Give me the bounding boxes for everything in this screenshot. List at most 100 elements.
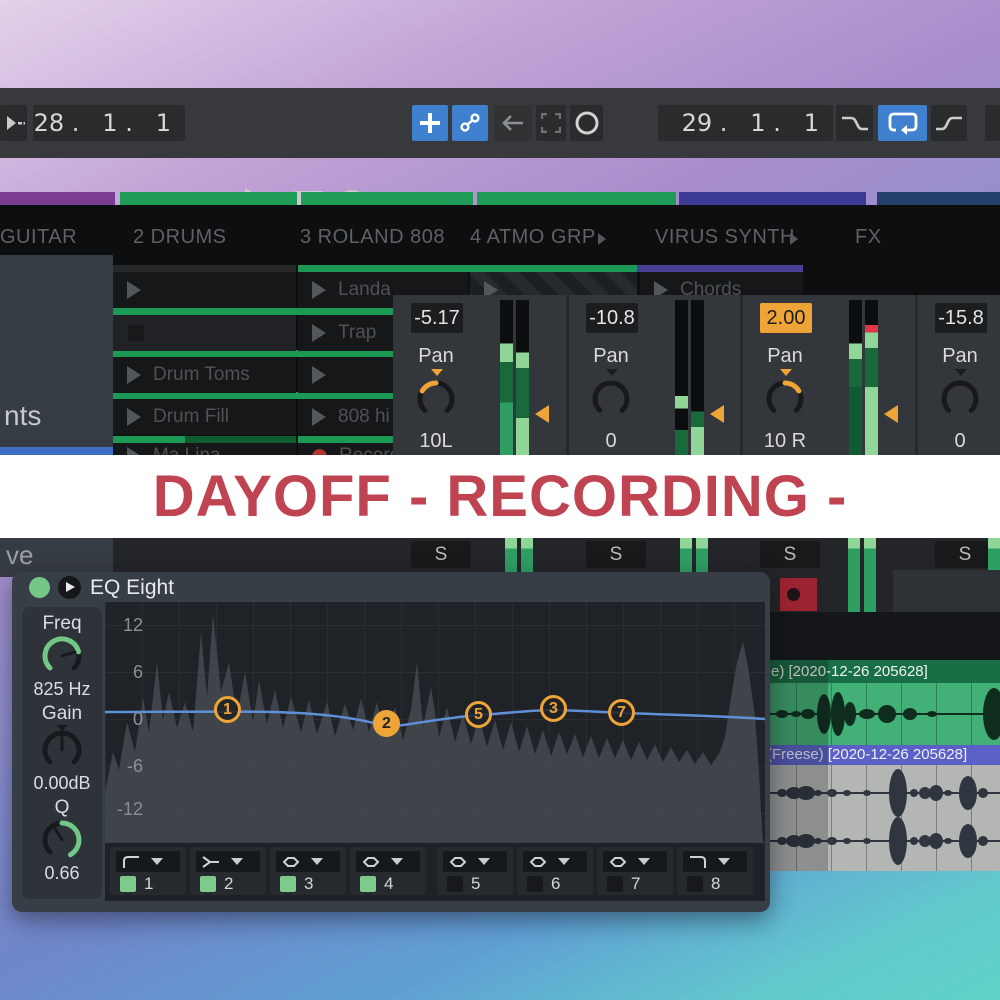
solo-button[interactable]: S (411, 541, 471, 568)
track-header-virus[interactable]: VIRUS SYNTH (655, 226, 795, 252)
filter-type-selector[interactable] (196, 851, 260, 872)
filter-type-selector[interactable] (356, 851, 420, 872)
transport-extra-button[interactable] (985, 105, 1000, 141)
eq-band-handle-3[interactable]: 3 (540, 695, 567, 722)
track-header-fx[interactable]: FX (855, 226, 882, 252)
new-midi-clip-button[interactable] (412, 105, 448, 141)
band-enable-toggle[interactable] (200, 876, 216, 892)
session-record-button[interactable] (570, 105, 603, 141)
device-title: EQ Eight (90, 576, 174, 600)
track-color-tab[interactable] (877, 192, 1000, 205)
track-header-atmo[interactable]: 4 ATMO GRP (470, 226, 596, 252)
meter-arrow-icon[interactable] (710, 405, 724, 423)
chevron-down-icon (311, 858, 323, 865)
track-header-roland[interactable]: 3 ROLAND 808 (300, 226, 445, 252)
solo-button[interactable]: S (935, 541, 995, 568)
automation-mode-button[interactable] (452, 105, 488, 141)
clip-slot[interactable] (113, 272, 296, 308)
chevron-down-icon (391, 858, 403, 865)
strip-divider (915, 295, 918, 455)
freq-value[interactable]: 825 Hz (22, 679, 102, 700)
pan-marker-icon (606, 369, 618, 376)
draw-mode-button[interactable] (536, 105, 566, 141)
group-fold-icon[interactable] (790, 233, 798, 245)
clip-slot[interactable] (113, 315, 296, 351)
filter-type-selector[interactable] (443, 851, 507, 872)
freq-knob[interactable] (39, 635, 85, 677)
band-enable-toggle[interactable] (120, 876, 136, 892)
punch-position-field[interactable]: 29 . 1 . 1 (658, 105, 833, 141)
high-pass-icon (121, 854, 141, 870)
eq-band-cell-3: 3 (270, 847, 346, 895)
pan-knob[interactable] (410, 377, 462, 417)
pan-knob[interactable] (934, 377, 986, 417)
track-header-drums[interactable]: 2 DRUMS (133, 226, 227, 252)
track-color-tab[interactable] (679, 192, 866, 205)
track-header-guitar[interactable]: GUITAR (0, 226, 77, 252)
gain-knob[interactable] (39, 729, 85, 771)
volume-value-field[interactable]: -10.8 (586, 303, 638, 333)
track-color-tab[interactable] (120, 192, 297, 205)
title-banner: DAYOFF - RECORDING - (0, 455, 1000, 538)
q-knob[interactable] (39, 819, 85, 861)
browser-item-fragment[interactable]: ve (6, 540, 33, 571)
solo-button[interactable]: S (760, 541, 820, 568)
volume-value-field[interactable]: -5.17 (411, 303, 463, 333)
clip-name: Trap (338, 322, 376, 344)
level-meter (675, 300, 688, 455)
clip-slot[interactable]: Drum Toms (113, 357, 296, 393)
filter-type-selector[interactable] (523, 851, 587, 872)
gain-value[interactable]: 0.00dB (22, 773, 102, 794)
clip-name: Ma Lina (153, 445, 221, 455)
browser-item-fragment[interactable]: nts (4, 400, 41, 432)
clip-slot-strip (185, 436, 296, 443)
loop-button[interactable] (878, 105, 927, 141)
filter-type-selector[interactable] (683, 851, 747, 872)
freq-label: Freq (22, 613, 102, 635)
arrangement-position-field[interactable]: 28 . 1 . 1 (33, 105, 185, 141)
eq-band-handle-1[interactable]: 1 (214, 696, 241, 723)
track-color-tab[interactable] (477, 192, 676, 205)
volume-value-field[interactable]: -15.8 (935, 303, 987, 333)
volume-value-field[interactable]: 2.00 (760, 303, 812, 333)
preview-play-icon (66, 582, 75, 592)
band-enable-toggle[interactable] (527, 876, 543, 892)
filter-type-selector[interactable] (276, 851, 340, 872)
device-on-led[interactable] (29, 577, 50, 598)
band-enable-toggle[interactable] (280, 876, 296, 892)
meter-arrow-icon[interactable] (535, 405, 549, 423)
arm-record-button[interactable] (780, 578, 817, 611)
bell-icon (281, 854, 301, 870)
back-to-arrangement-button[interactable] (494, 105, 532, 141)
device-panel-fragment (893, 570, 1000, 613)
pan-knob[interactable] (759, 377, 811, 417)
filter-type-selector[interactable] (116, 851, 180, 872)
band-enable-toggle[interactable] (447, 876, 463, 892)
eq-band-handle-7[interactable]: 7 (608, 699, 635, 726)
band-enable-toggle[interactable] (687, 876, 703, 892)
track-color-tab[interactable] (0, 192, 115, 205)
circle-outline-icon (574, 110, 600, 136)
bell-icon (528, 854, 548, 870)
clip-slot[interactable]: Drum Fill (113, 399, 296, 435)
eq-band-handle-5[interactable]: 5 (465, 701, 492, 728)
follow-button[interactable] (0, 105, 27, 141)
track-color-tab[interactable] (301, 192, 473, 205)
meter-arrow-icon[interactable] (884, 405, 898, 423)
punch-in-button[interactable] (836, 105, 873, 141)
chevron-down-icon (558, 858, 570, 865)
solo-button[interactable]: S (586, 541, 646, 568)
frame-corners-icon (541, 113, 561, 133)
q-value[interactable]: 0.66 (22, 863, 102, 884)
eq-band-handle-2[interactable]: 2 (373, 710, 400, 737)
group-fold-icon[interactable] (598, 233, 606, 245)
pan-knob[interactable] (585, 377, 637, 417)
punch-out-button[interactable] (931, 105, 967, 141)
pan-marker-icon (431, 369, 443, 376)
filter-type-selector[interactable] (603, 851, 667, 872)
band-enable-toggle[interactable] (607, 876, 623, 892)
eq-response-graph[interactable]: 12 6 0 -6 -12 1 2 5 3 7 (105, 602, 765, 842)
device-preview-button[interactable] (58, 576, 81, 599)
clip-slot[interactable]: Ma Lina (113, 443, 296, 455)
band-enable-toggle[interactable] (360, 876, 376, 892)
